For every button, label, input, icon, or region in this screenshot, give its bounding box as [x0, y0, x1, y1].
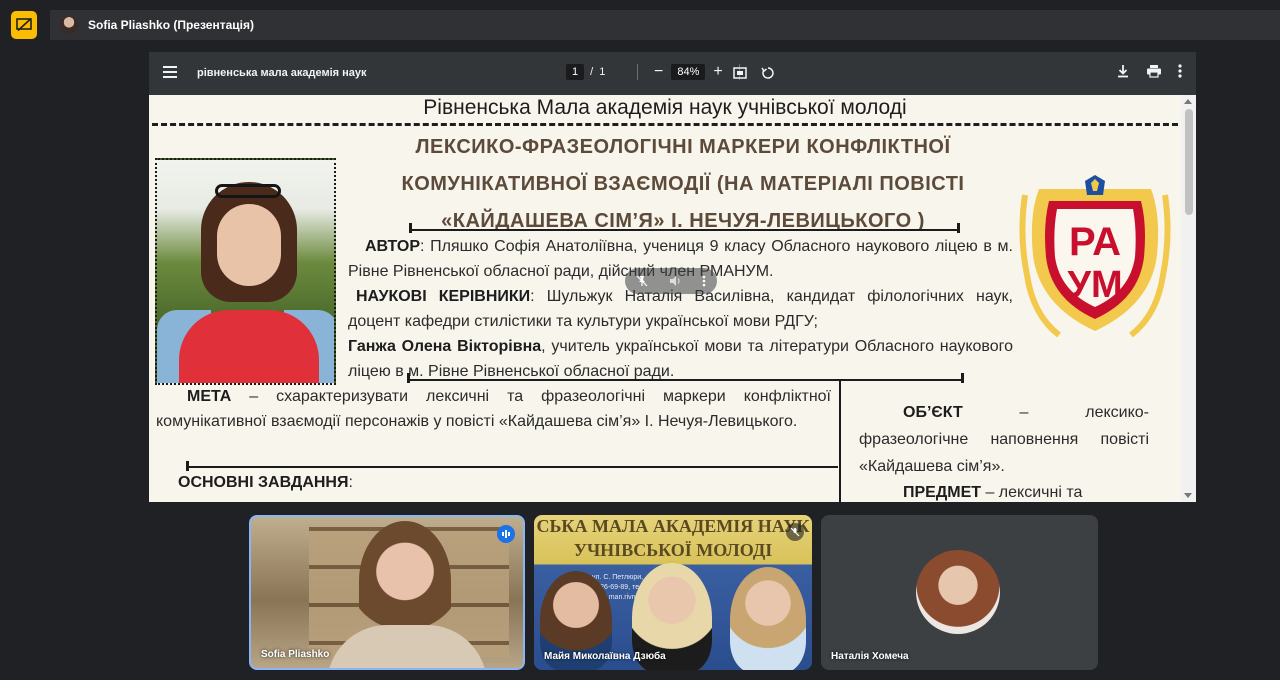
zoom-out-button[interactable]: − [654, 64, 663, 80]
banner-address: ул. С. Петлюри, [592, 574, 644, 581]
pdf-toolbar: рівненська мала академія наук 1 / 1 − 84… [149, 52, 1196, 95]
pdf-viewer: рівненська мала академія наук 1 / 1 − 84… [149, 52, 1196, 502]
participant-tile[interactable]: Sofia Pliashko [249, 515, 525, 670]
more-vert-icon[interactable] [1178, 64, 1182, 78]
presenter-title: Sofia Pliashko (Презентація) [88, 18, 254, 32]
document-scrollbar[interactable] [1181, 95, 1196, 502]
page-separator: / [590, 66, 594, 78]
advisor2-name: Ганжа Олена Вікторівна [348, 338, 542, 355]
menu-icon[interactable] [163, 66, 177, 80]
presenter-strip: Sofia Pliashko (Презентація) [50, 10, 1280, 40]
participant-tile[interactable]: СЬКА МАЛА АКАДЕМІЯ НАУК УЧНІВСЬКОЇ МОЛОД… [534, 515, 812, 670]
subject-text: – лексичні та [981, 484, 1083, 501]
bracket-line [186, 466, 838, 468]
crest-letters-top: РА [1069, 220, 1121, 264]
bracket-tick [407, 373, 410, 383]
poster-topic: ЛЕКСИКО-ФРАЗЕОЛОГІЧНІ МАРКЕРИ КОНФЛІКТНО… [401, 136, 965, 232]
view-controls [733, 66, 775, 80]
more-options-icon[interactable] [702, 275, 706, 287]
bracket-line [409, 229, 959, 231]
toolbar-actions [1116, 64, 1182, 78]
mic-off-icon [786, 523, 804, 541]
advisor2-paragraph: Ганжа Олена Вікторівна, учитель українсь… [348, 334, 1013, 384]
participant-video [730, 567, 806, 670]
advisors-label: НАУКОВІ КЕРІВНИКИ [356, 288, 531, 305]
bracket-tick [409, 223, 412, 233]
bracket-tick [957, 223, 960, 233]
goal-text: – схарактеризувати лексичні та фразеолог… [156, 388, 831, 430]
crest-letters-bottom: УМ [1067, 264, 1122, 306]
page-indicator: 1 / 1 [566, 64, 605, 80]
page-number-input[interactable]: 1 [566, 64, 585, 80]
subject-paragraph: ПРЕДМЕТ – лексичні та [859, 480, 1149, 502]
speaking-indicator-icon [497, 525, 515, 543]
banner-line-2: УЧНІВСЬКОЇ МОЛОДІ [573, 540, 773, 560]
participant-name: Sofia Pliashko [261, 649, 330, 660]
presenting-banner: Sofia Pliashko (Презентація) [0, 0, 1280, 48]
tasks-colon: : [348, 474, 353, 491]
subject-label: ПРЕДМЕТ [903, 484, 982, 501]
object-paragraph: ОБ’ЄКТ – лексико-фразеологічне наповненн… [859, 399, 1149, 480]
rmanum-crest: РА УМ [1019, 175, 1171, 338]
zoom-level-input[interactable]: 84% [671, 64, 706, 80]
participant-avatar [916, 550, 1000, 634]
document-title: рівненська мала академія наук [197, 67, 367, 79]
author-label: АВТОР [365, 238, 420, 255]
zoom-controls: − 84% + [629, 64, 748, 80]
total-pages: 1 [599, 66, 606, 78]
scroll-thumb[interactable] [1185, 109, 1193, 215]
pin-off-icon[interactable] [636, 275, 648, 287]
banner-line-1: СЬКА МАЛА АКАДЕМІЯ НАУК [536, 516, 810, 536]
scroll-up-arrow[interactable] [1184, 99, 1192, 104]
column-divider [839, 379, 841, 502]
print-icon[interactable] [1146, 64, 1162, 78]
bracket-tick [961, 373, 964, 383]
scroll-down-arrow[interactable] [1184, 493, 1192, 498]
participant-tile[interactable]: Наталія Хомеча [821, 515, 1098, 670]
fit-to-page-icon[interactable] [733, 66, 747, 80]
goal-label: МЕТА [187, 388, 232, 405]
author-photo [155, 158, 336, 385]
presenter-overlay-controls [625, 268, 717, 294]
toolbar-divider [637, 64, 638, 80]
object-label: ОБ’ЄКТ [903, 404, 963, 421]
participant-video [359, 521, 451, 641]
volume-icon[interactable] [669, 275, 681, 287]
presenter-avatar [60, 16, 78, 34]
zoom-in-button[interactable]: + [713, 64, 722, 80]
participant-name: Майя Миколаївна Дзюба [544, 651, 666, 662]
document-page: Рівненська Мала академія наук учнівської… [149, 95, 1181, 502]
goal-paragraph: МЕТА – схарактеризувати лексичні та фраз… [156, 384, 831, 434]
bracket-line [407, 379, 963, 381]
participant-name: Наталія Хомеча [831, 651, 909, 662]
rotate-icon[interactable] [761, 66, 775, 80]
present-to-all-icon[interactable] [11, 11, 37, 39]
poster-header: Рівненська Мала академія наук учнівської… [423, 96, 907, 119]
download-icon[interactable] [1116, 64, 1130, 78]
tasks-label: ОСНОВНІ ЗАВДАННЯ [178, 474, 349, 491]
tasks-heading: ОСНОВНІ ЗАВДАННЯ: [178, 470, 578, 495]
dashed-divider [152, 123, 1178, 126]
